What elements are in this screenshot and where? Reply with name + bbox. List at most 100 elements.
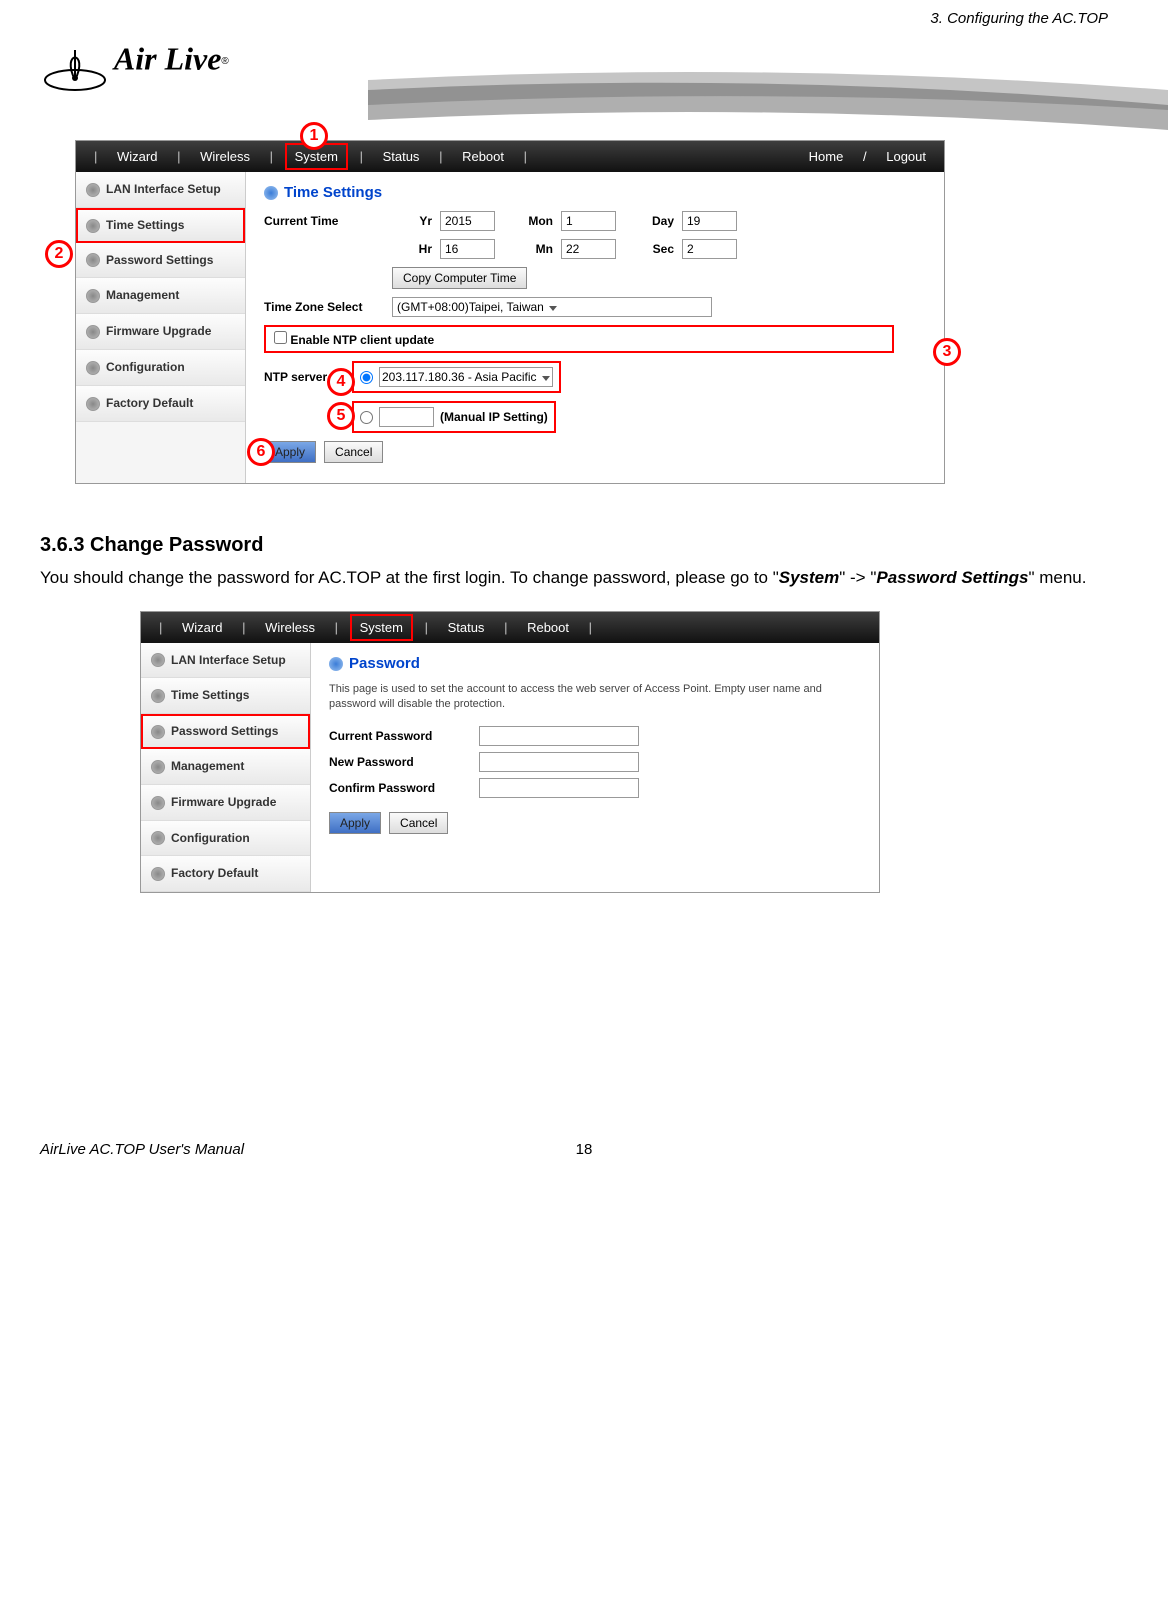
- navbar: | Wizard | Wireless | System | Status | …: [76, 141, 944, 172]
- callout-4: 4: [327, 368, 355, 396]
- nav-status[interactable]: Status: [375, 145, 428, 168]
- sep: |: [352, 145, 371, 168]
- ntp-value: 203.117.180.36 - Asia Pacific: [382, 370, 537, 384]
- nav-wireless[interactable]: Wireless: [192, 145, 258, 168]
- callout-2: 2: [45, 240, 73, 268]
- sidebar-item-lan[interactable]: LAN Interface Setup: [76, 172, 245, 208]
- sep: |: [86, 145, 105, 168]
- label-mn: Mn: [503, 242, 553, 256]
- nav-wireless[interactable]: Wireless: [257, 616, 323, 639]
- enable-ntp-checkbox[interactable]: [274, 331, 287, 344]
- chapter-title: 3. Configuring the AC.TOP: [930, 10, 1108, 27]
- input-yr[interactable]: [440, 211, 495, 231]
- sidebar-label: Time Settings: [106, 218, 184, 232]
- label-yr: Yr: [392, 214, 432, 228]
- sidebar-item-password[interactable]: Password Settings: [76, 243, 245, 279]
- sep: |: [234, 616, 253, 639]
- logo-brand: Air Live: [114, 41, 222, 77]
- sidebar-item-time[interactable]: Time Settings: [76, 208, 245, 243]
- sidebar-label: Time Settings: [171, 688, 249, 702]
- nav-system[interactable]: System: [350, 614, 413, 641]
- tz-select[interactable]: (GMT+08:00)Taipei, Taiwan: [392, 297, 712, 317]
- nav-reboot[interactable]: Reboot: [454, 145, 512, 168]
- logo-area: Air Live®: [40, 40, 1128, 130]
- label-mon: Mon: [503, 214, 553, 228]
- sep: |: [151, 616, 170, 639]
- input-mon[interactable]: [561, 211, 616, 231]
- nav-home[interactable]: Home: [801, 145, 852, 168]
- sidebar-item-factory[interactable]: Factory Default: [76, 386, 245, 422]
- nav-status[interactable]: Status: [440, 616, 493, 639]
- sep: |: [327, 616, 346, 639]
- label-current-time: Current Time: [264, 214, 384, 228]
- sep: |: [417, 616, 436, 639]
- sidebar-item-firmware[interactable]: Firmware Upgrade: [141, 785, 310, 821]
- sidebar-item-password[interactable]: Password Settings: [141, 714, 310, 749]
- sidebar-label: Factory Default: [106, 396, 193, 410]
- callout-5: 5: [327, 402, 355, 430]
- sidebar-label: Factory Default: [171, 866, 258, 880]
- logo-reg: ®: [221, 56, 228, 67]
- callout-1: 1: [300, 122, 328, 150]
- screenshot1-wrap: | Wizard | Wireless | System | Status | …: [75, 140, 1128, 484]
- header-swoosh: [368, 60, 1168, 140]
- input-current-pw[interactable]: [479, 726, 639, 746]
- copy-time-button[interactable]: Copy Computer Time: [392, 267, 527, 289]
- input-hr[interactable]: [440, 239, 495, 259]
- input-confirm-pw[interactable]: [479, 778, 639, 798]
- nav-wizard[interactable]: Wizard: [174, 616, 230, 639]
- navbar2: | Wizard | Wireless | System | Status | …: [141, 612, 879, 643]
- sep: |: [516, 145, 535, 168]
- bullet-icon: [86, 253, 100, 267]
- sidebar-label: Configuration: [171, 831, 250, 845]
- sidebar-label: Management: [106, 288, 179, 302]
- cancel-button[interactable]: Cancel: [389, 812, 448, 834]
- ntp-radio-manual[interactable]: [360, 411, 373, 424]
- screenshot1: | Wizard | Wireless | System | Status | …: [75, 140, 945, 484]
- ntp-select[interactable]: 203.117.180.36 - Asia Pacific: [379, 367, 553, 387]
- sep: /: [855, 145, 875, 168]
- bullet-icon: [86, 325, 100, 339]
- sep: |: [169, 145, 188, 168]
- sidebar2: LAN Interface Setup Time Settings Passwo…: [141, 643, 311, 893]
- sidebar-item-config[interactable]: Configuration: [76, 350, 245, 386]
- label-day: Day: [624, 214, 674, 228]
- nav-logout[interactable]: Logout: [878, 145, 934, 168]
- sidebar-item-factory[interactable]: Factory Default: [141, 856, 310, 892]
- sidebar-label: Firmware Upgrade: [106, 324, 211, 338]
- password-desc: This page is used to set the account to …: [329, 682, 861, 713]
- input-sec[interactable]: [682, 239, 737, 259]
- sidebar-item-management[interactable]: Management: [141, 749, 310, 785]
- title-icon: [264, 186, 278, 200]
- nav-reboot[interactable]: Reboot: [519, 616, 577, 639]
- nav-wizard[interactable]: Wizard: [109, 145, 165, 168]
- sidebar-item-management[interactable]: Management: [76, 278, 245, 314]
- chevron-down-icon: [542, 376, 550, 381]
- sidebar-item-firmware[interactable]: Firmware Upgrade: [76, 314, 245, 350]
- input-new-pw[interactable]: [479, 752, 639, 772]
- manual-ip-box: (Manual IP Setting): [352, 401, 556, 433]
- label-tz: Time Zone Select: [264, 300, 384, 314]
- ntp-radio-preset[interactable]: [360, 371, 373, 384]
- title-text: Password: [349, 655, 420, 672]
- input-mn[interactable]: [561, 239, 616, 259]
- sidebar-item-config[interactable]: Configuration: [141, 821, 310, 857]
- section-heading: 3.6.3 Change Password: [40, 534, 1128, 557]
- title-icon: [329, 657, 343, 671]
- input-day[interactable]: [682, 211, 737, 231]
- apply-button[interactable]: Apply: [329, 812, 381, 834]
- cancel-button[interactable]: Cancel: [324, 441, 383, 463]
- sidebar-item-lan[interactable]: LAN Interface Setup: [141, 643, 310, 679]
- body-text-a: You should change the password for AC.TO…: [40, 568, 779, 587]
- tz-value: (GMT+08:00)Taipei, Taiwan: [397, 300, 544, 314]
- sep: |: [431, 145, 450, 168]
- sidebar-label: Password Settings: [106, 253, 213, 267]
- enable-ntp-label: Enable NTP client update: [290, 333, 434, 347]
- body-text-e: " menu.: [1028, 568, 1086, 587]
- sep: |: [262, 145, 281, 168]
- title-text: Time Settings: [284, 184, 382, 201]
- sidebar-item-time[interactable]: Time Settings: [141, 678, 310, 714]
- content-area: Time Settings Current Time Yr Mon Day Hr: [246, 172, 944, 483]
- manual-ip-input[interactable]: [379, 407, 434, 427]
- bullet-icon: [151, 653, 165, 667]
